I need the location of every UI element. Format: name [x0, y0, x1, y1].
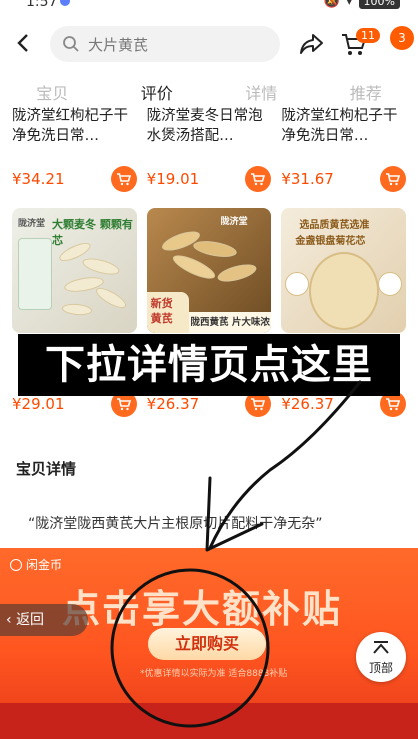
status-indicator-icon — [60, 0, 70, 6]
product-image-tag: 选品质黄芪选准 — [299, 220, 370, 231]
add-to-cart-button[interactable] — [245, 166, 272, 192]
back-button[interactable] — [10, 30, 36, 56]
detail-quote: “陇济堂陇西黄芪大片主根原切片配料干净无杂” — [28, 516, 323, 532]
share-button[interactable] — [298, 30, 326, 58]
product-price-row: ¥34.21 — [12, 166, 137, 194]
tab-pingjia[interactable]: 评价 — [105, 74, 210, 106]
product-price-row: ¥19.01 — [147, 166, 272, 194]
tab-tuijian[interactable]: 推荐 — [314, 74, 418, 106]
add-to-cart-button[interactable] — [380, 166, 407, 192]
product-price: ¥29.01 — [12, 395, 65, 413]
cart-icon — [251, 398, 266, 411]
back-to-top-button[interactable]: 顶部 — [356, 632, 406, 682]
search-input[interactable]: 大片黄芪 — [50, 26, 280, 62]
badge-circle — [378, 272, 403, 296]
arrow-up-icon — [373, 641, 389, 654]
product-name[interactable]: 陇济堂麦冬日常泡水煲汤搭配… — [147, 106, 272, 148]
slice-image — [309, 252, 380, 330]
product-price: ¥34.21 — [12, 170, 65, 188]
product-image-huangqi-slice[interactable]: 选品质黄芪选准 金盏银盘菊花芯 — [281, 208, 407, 333]
new-goods-tag: 新货 黄芪 — [146, 292, 189, 333]
back-to-top-label: 顶部 — [368, 661, 393, 675]
brand-label: 陇济堂 — [220, 217, 248, 227]
cart-icon — [116, 173, 131, 186]
product-price: ¥19.01 — [146, 170, 200, 188]
header: 大片黄芪 11 3 — [0, 14, 418, 74]
product-image-maidong[interactable]: 大颗麦冬 颗颗有芯 陇济堂 — [12, 208, 137, 333]
product-price: ¥31.67 — [281, 170, 334, 188]
product-image-huangqi[interactable]: 陇济堂 新货 黄芪 陇西黄芪 片大味浓 — [146, 208, 272, 333]
cart-icon — [116, 398, 131, 411]
cart-icon — [386, 398, 401, 411]
cart-icon — [386, 173, 401, 186]
overlay-instruction-banner: 下拉详情页点这里 — [18, 334, 400, 396]
promo-title: 点击享大额补贴 — [62, 587, 343, 631]
promo-banner[interactable]: 闲金币 点击享大额补贴 立即购买 *优惠详情以实际为准 适合8888补贴 ‹ 返… — [0, 548, 418, 739]
search-text: 大片黄芪 — [88, 35, 149, 54]
status-time: 1:57 — [26, 0, 58, 10]
product-price: ¥26.37 — [146, 395, 200, 413]
product-name[interactable]: 陇济堂红枸杞子干净免洗日常… — [281, 106, 406, 148]
mute-icon: 🔕 — [323, 0, 341, 9]
product-image-tag: 陇西黄芪 片大味浓 — [188, 312, 272, 333]
buy-now-button[interactable]: 立即购买 — [148, 628, 266, 660]
product-image-tag: 金盏银盘菊花芯 — [295, 236, 366, 247]
tab-baobei[interactable]: 宝贝 — [0, 74, 105, 106]
return-button[interactable]: ‹ 返回 — [0, 604, 88, 636]
brand-label: 陇济堂 — [18, 219, 46, 229]
coin-icon — [10, 558, 22, 571]
badge-circle — [285, 272, 310, 296]
package-image — [18, 238, 52, 310]
promo-logo: 闲金币 — [10, 556, 62, 573]
back-arrow-icon — [17, 34, 28, 52]
promo-note: *优惠详情以实际为准 适合8888补贴 — [140, 669, 288, 679]
battery-icon: 100% — [358, 0, 400, 9]
promo-logo-text: 闲金币 — [26, 558, 63, 572]
status-bar: 1:57 🔕 ▾ 100% — [0, 0, 418, 12]
product-name[interactable]: 陇济堂红枸杞子干净免洗日常… — [12, 106, 137, 148]
return-label: 返回 — [16, 612, 45, 628]
share-icon — [300, 34, 323, 54]
product-image-tag: 大颗麦冬 颗颗有芯 — [52, 218, 133, 247]
product-price: ¥26.37 — [281, 395, 334, 413]
section-title: 宝贝详情 — [16, 460, 77, 478]
promo-footer — [0, 703, 418, 739]
cart-icon — [251, 173, 266, 186]
chevron-left-icon: ‹ — [6, 612, 17, 628]
product-price-row: ¥31.67 — [281, 166, 407, 194]
search-icon — [63, 36, 79, 52]
cart-count-badge: 11 — [356, 28, 380, 43]
more-count-badge[interactable]: 3 — [390, 26, 414, 50]
wifi-icon: ▾ — [346, 0, 353, 9]
status-icons: 🔕 ▾ 100% — [324, 0, 400, 9]
add-to-cart-button[interactable] — [110, 166, 137, 192]
tab-bar: 宝贝 评价 详情 推荐 — [0, 74, 418, 106]
tab-xiangqing[interactable]: 详情 — [209, 74, 314, 106]
